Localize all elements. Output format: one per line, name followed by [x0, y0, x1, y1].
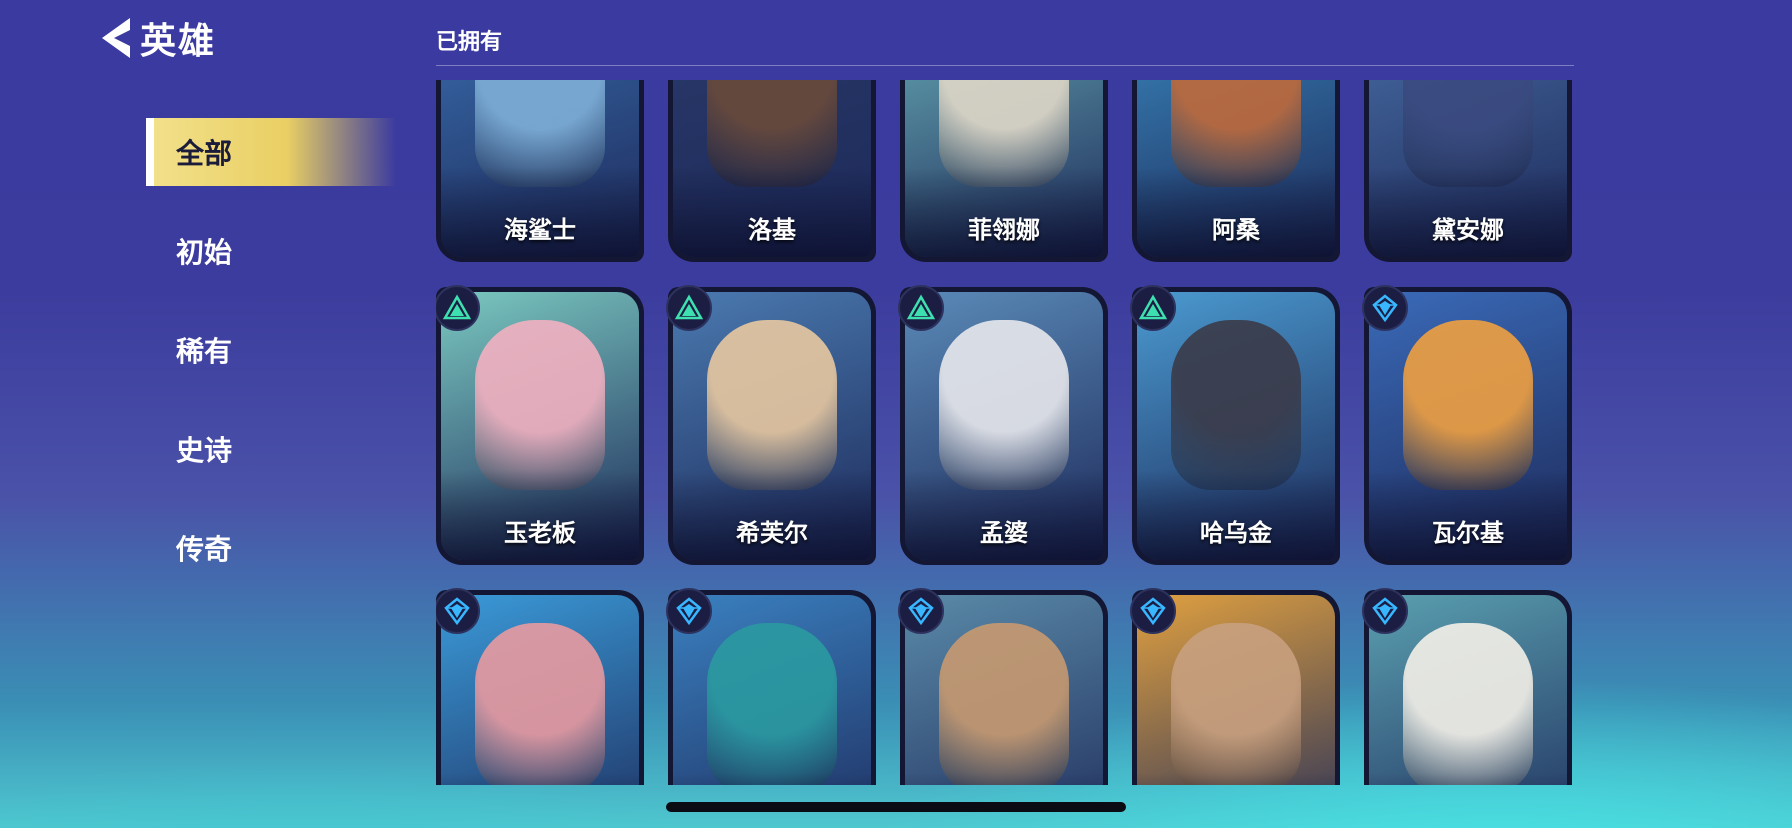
- back-arrow-icon[interactable]: [98, 16, 134, 60]
- portrait-shade: [1137, 773, 1335, 785]
- hero-portrait: 瓦尔基: [1369, 292, 1567, 560]
- hero-name: 孟婆: [980, 519, 1028, 547]
- section-label-owned: 已拥有: [436, 30, 503, 55]
- portrait-shade: [673, 773, 871, 785]
- hero-figure: [939, 319, 1069, 490]
- sidebar-item-2[interactable]: 稀有: [146, 316, 396, 384]
- hero-card[interactable]: 贝斯蒂: [1130, 588, 1340, 785]
- hero-card[interactable]: 哈乌金: [1130, 285, 1340, 565]
- hero-portrait: 洛基: [673, 80, 871, 257]
- hero-portrait: 海鲨士: [441, 80, 639, 257]
- hero-portrait: 孟婆: [905, 292, 1103, 560]
- hero-name: 玉老板: [504, 519, 576, 547]
- hero-portrait: 希芙尔: [673, 292, 871, 560]
- hero-card[interactable]: 瓦尔基: [1362, 285, 1572, 565]
- hero-name: 洛基: [748, 216, 796, 244]
- hero-name: 瓦尔基: [1432, 519, 1504, 547]
- hero-card[interactable]: 阿桑: [1132, 80, 1340, 262]
- hero-figure: [707, 622, 837, 785]
- epic-icon: [436, 285, 480, 331]
- rare-icon: [898, 588, 944, 634]
- category-sidebar: 全部初始稀有史诗传奇: [146, 118, 396, 613]
- page-title: 英雄: [140, 21, 217, 62]
- hero-card[interactable]: 希芙尔: [666, 285, 876, 565]
- epic-icon: [1130, 285, 1176, 331]
- hero-grid: 海鲨士 洛基 菲翎娜 阿桑 黛安娜玉老板 希芙尔 孟婆 哈乌金 瓦尔基波波华鹿座福贝斯蒂吞吞童子: [436, 80, 1572, 785]
- section-divider: [436, 65, 1574, 66]
- hero-figure: [1403, 622, 1533, 785]
- hero-portrait: 玉老板: [441, 292, 639, 560]
- rare-icon: [1362, 588, 1408, 634]
- hero-name: 菲翎娜: [968, 216, 1040, 244]
- hero-card[interactable]: 吞吞童子: [1362, 588, 1572, 785]
- hero-figure: [1403, 319, 1533, 490]
- hero-card[interactable]: 菲翎娜: [900, 80, 1108, 262]
- portrait-shade: [1369, 773, 1567, 785]
- portrait-shade: [905, 773, 1103, 785]
- hero-name: 海鲨士: [504, 216, 576, 244]
- sidebar-item-1[interactable]: 初始: [146, 217, 396, 285]
- hero-name: 哈乌金: [1200, 519, 1272, 547]
- hero-card[interactable]: 孟婆: [898, 285, 1108, 565]
- hero-portrait: 黛安娜: [1369, 80, 1567, 257]
- hero-portrait: 哈乌金: [1137, 292, 1335, 560]
- hero-grid-viewport[interactable]: 海鲨士 洛基 菲翎娜 阿桑 黛安娜玉老板 希芙尔 孟婆 哈乌金 瓦尔基波波华鹿座福贝斯蒂吞吞童子: [436, 80, 1576, 785]
- hero-card[interactable]: 洛基: [668, 80, 876, 262]
- hero-figure: [939, 622, 1069, 785]
- hero-name: 黛安娜: [1432, 216, 1504, 244]
- hero-figure: [707, 319, 837, 490]
- hero-figure: [1171, 319, 1301, 490]
- hero-card[interactable]: 波波: [436, 588, 644, 785]
- hero-figure: [475, 622, 605, 785]
- epic-icon: [898, 285, 944, 331]
- hero-card[interactable]: 玉老板: [436, 285, 644, 565]
- epic-icon: [666, 285, 712, 331]
- hero-card[interactable]: 座福: [898, 588, 1108, 785]
- rare-icon: [1362, 285, 1408, 331]
- sidebar-item-0[interactable]: 全部: [146, 118, 396, 186]
- header: 英雄: [98, 12, 216, 64]
- hero-figure: [1171, 622, 1301, 785]
- hero-card[interactable]: 华鹿: [666, 588, 876, 785]
- hero-name: 希芙尔: [736, 519, 808, 547]
- hero-card[interactable]: 黛安娜: [1364, 80, 1572, 262]
- portrait-shade: [441, 773, 639, 785]
- hero-figure: [475, 319, 605, 490]
- sidebar-item-4[interactable]: 传奇: [146, 514, 396, 582]
- hero-name: 阿桑: [1212, 216, 1260, 244]
- sidebar-item-3[interactable]: 史诗: [146, 415, 396, 483]
- rare-icon: [1130, 588, 1176, 634]
- hero-card[interactable]: 海鲨士: [436, 80, 644, 262]
- hero-portrait: 阿桑: [1137, 80, 1335, 257]
- rare-icon: [666, 588, 712, 634]
- hero-portrait: 菲翎娜: [905, 80, 1103, 257]
- home-indicator[interactable]: [666, 802, 1126, 812]
- rare-icon: [436, 588, 480, 634]
